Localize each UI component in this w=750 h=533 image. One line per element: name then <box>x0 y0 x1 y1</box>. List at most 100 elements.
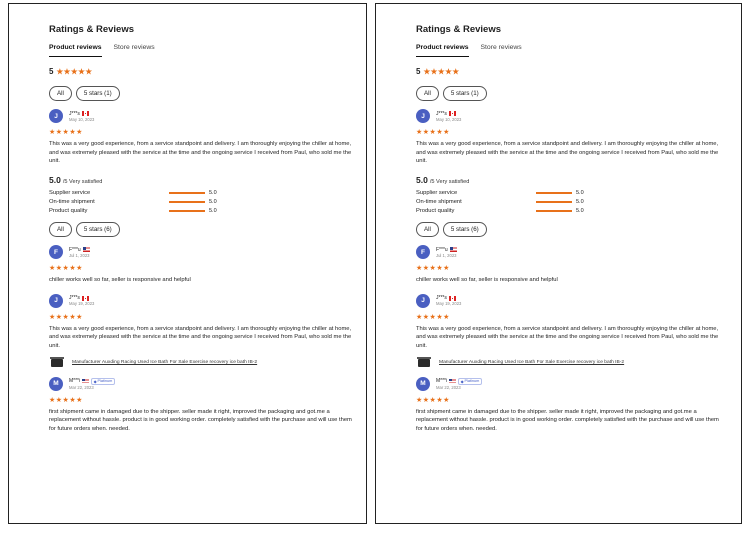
avatar: F <box>49 245 63 260</box>
reviewer-name: J***s <box>436 110 447 117</box>
reviewer-info: J***s May 10, 2023 <box>436 111 461 122</box>
reviewer-name-line: M***i ◆ Platinum <box>69 377 115 385</box>
review-header: J J***s May 10, 2023 <box>49 109 366 123</box>
review-date: Jul 1, 2023 <box>436 252 457 258</box>
platinum-badge-label: Platinum <box>464 379 480 384</box>
metric-value: 5.0 <box>576 198 584 205</box>
review-stars: ★★★★★ <box>416 129 450 136</box>
product-rating: 5 ★★★★★ <box>49 67 366 76</box>
filter-chip-5-stars[interactable]: 5 stars (6) <box>442 222 487 238</box>
avatar: J <box>49 293 63 308</box>
metric-label: On-time shipment <box>49 198 95 205</box>
platinum-badge-label: Platinum <box>97 379 113 384</box>
section-title: Ratings & Reviews <box>49 24 134 35</box>
review-date: May 10, 2023 <box>436 116 462 122</box>
product-filter-chips: All 5 stars (1) <box>416 86 741 101</box>
avatar: J <box>416 293 430 308</box>
filter-chip-all[interactable]: All <box>416 222 439 238</box>
reviews-panel-left: Ratings & Reviews Product reviews Store … <box>8 3 367 524</box>
reviewer-name-line: F***u <box>436 247 457 253</box>
filter-chip-5-stars[interactable]: 5 stars (1) <box>75 86 120 101</box>
review-stars: ★★★★★ <box>416 313 450 321</box>
reviews-panel-right: Ratings & Reviews Product reviews Store … <box>375 3 742 524</box>
filter-chip-5-stars[interactable]: 5 stars (1) <box>442 86 487 101</box>
review-text: chiller works well so far, seller is res… <box>49 277 191 284</box>
review-date: May 19, 2023 <box>436 301 462 307</box>
filter-chip-all[interactable]: All <box>49 86 72 101</box>
avatar: J <box>416 109 430 123</box>
reviewer-info: F***u Jul 1, 2023 <box>69 247 90 258</box>
review-stars: ★★★★★ <box>49 396 83 404</box>
tab-store-reviews[interactable]: Store reviews <box>114 44 155 57</box>
diamond-icon: ◆ <box>460 379 464 384</box>
product-filter-chips: All 5 stars (1) <box>49 86 366 101</box>
panel-content: Ratings & Reviews Product reviews Store … <box>9 4 366 523</box>
review-text: This was a very good experience, from a … <box>416 325 719 349</box>
review-tabs: Product reviews Store reviews <box>49 44 366 57</box>
review-stars: ★★★★★ <box>416 396 450 404</box>
product-rating-value: 5 <box>49 67 54 76</box>
store-review: J J***s May 19, 2023 ★★★★★ This was a ve… <box>416 293 741 368</box>
canada-flag-icon <box>448 111 456 116</box>
review-stars: ★★★★★ <box>49 313 83 321</box>
review-text: first shipment came in damaged due to th… <box>49 408 352 432</box>
metric-bar <box>536 201 572 203</box>
avatar: M <box>416 376 430 391</box>
metric-bar <box>169 210 205 212</box>
reviewer-info: J***s May 19, 2023 <box>69 295 94 306</box>
product-link[interactable]: Manufacturer Auxding Racing Used Ice Bat… <box>72 360 257 365</box>
store-rating-value: 5.0 <box>49 174 61 185</box>
tab-product-reviews[interactable]: Product reviews <box>49 44 102 57</box>
review-header: M M***i ◆ Platinum Mar 22, 2023 <box>49 376 366 391</box>
store-review: M M***i ◆ Platinum Mar 22, 2023 ★★★★★ fi… <box>416 376 741 434</box>
review-text: first shipment came in damaged due to th… <box>416 408 719 432</box>
metric-bar <box>536 191 572 194</box>
product-rating-value: 5 <box>416 67 421 76</box>
us-flag-icon <box>82 247 90 252</box>
store-rating-value: 5.0 <box>416 174 428 185</box>
filter-chip-all[interactable]: All <box>49 222 72 238</box>
store-rating-summary: 5.0 /5 Very satisfied <box>49 175 366 185</box>
review-tabs: Product reviews Store reviews <box>416 44 741 57</box>
reviewer-name: M***i <box>69 378 81 385</box>
avatar: F <box>416 245 430 260</box>
product-image-body <box>418 358 430 367</box>
store-review: F F***u Jul 1, 2023 ★★★★★ chiller works … <box>49 245 366 285</box>
reviewer-name: J***s <box>69 110 80 117</box>
metric-row: Supplier service 5.0 <box>416 190 741 196</box>
platinum-badge: ◆ Platinum <box>458 377 482 385</box>
canada-flag-icon <box>81 111 89 116</box>
product-rating-stars: ★★★★★ <box>423 67 460 76</box>
metric-value: 5.0 <box>209 198 217 205</box>
reviewer-info: M***i ◆ Platinum Mar 22, 2023 <box>436 377 482 390</box>
metric-row: Supplier service 5.0 <box>49 190 366 196</box>
metric-value: 5.0 <box>576 208 584 215</box>
reviewer-info: J***s May 10, 2023 <box>69 111 94 122</box>
reviewer-name: F***u <box>436 246 448 253</box>
tab-store-reviews[interactable]: Store reviews <box>481 44 522 57</box>
product-review: J J***s May 10, 2023 ★★★★★ This was a ve… <box>49 109 366 166</box>
reviewer-name: M***i <box>436 378 448 385</box>
review-header: J J***s May 10, 2023 <box>416 109 741 123</box>
tab-product-reviews[interactable]: Product reviews <box>416 44 469 57</box>
review-text: This was a very good experience, from a … <box>416 141 719 165</box>
platinum-badge: ◆ Platinum <box>91 377 115 385</box>
canada-flag-icon <box>81 296 89 301</box>
reviewed-product[interactable]: Manufacturer Auxding Racing Used Ice Bat… <box>416 356 741 368</box>
reviewer-info: M***i ◆ Platinum Mar 22, 2023 <box>69 377 115 390</box>
metric-label: Product quality <box>49 208 88 215</box>
filter-chip-all[interactable]: All <box>416 86 439 101</box>
ice-bath-product-image[interactable] <box>416 356 434 368</box>
product-link[interactable]: Manufacturer Auxding Racing Used Ice Bat… <box>439 360 624 365</box>
metric-bar <box>536 210 572 212</box>
review-stars: ★★★★★ <box>49 265 83 273</box>
metric-row: On-time shipment 5.0 <box>416 199 741 205</box>
reviewed-product[interactable]: Manufacturer Auxding Racing Used Ice Bat… <box>49 356 366 368</box>
metric-label: Supplier service <box>49 189 91 196</box>
review-date: May 19, 2023 <box>69 301 95 307</box>
avatar: M <box>49 376 63 391</box>
metric-label: On-time shipment <box>416 198 462 205</box>
filter-chip-5-stars[interactable]: 5 stars (6) <box>75 222 120 238</box>
section-title: Ratings & Reviews <box>416 24 501 35</box>
ice-bath-product-image[interactable] <box>49 356 67 368</box>
